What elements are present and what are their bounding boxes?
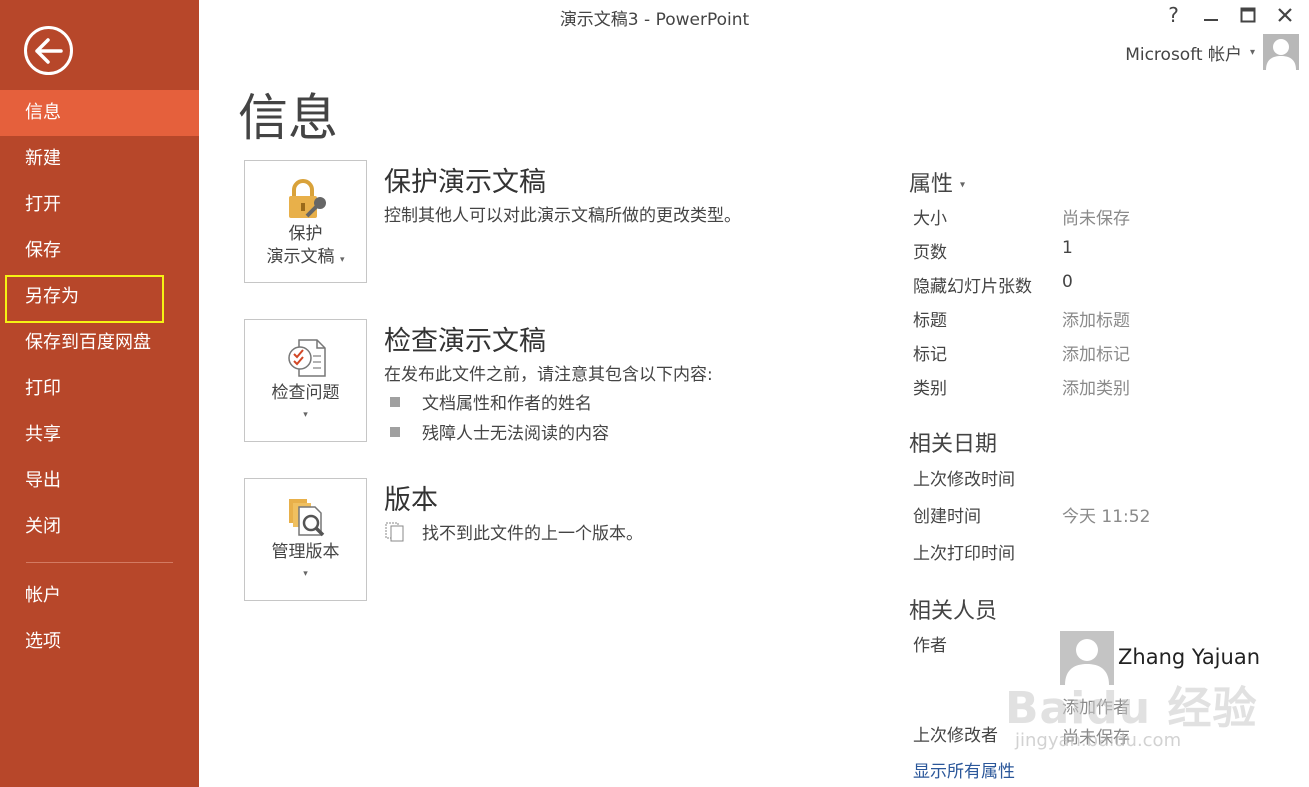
- help-button[interactable]: ?: [1155, 2, 1192, 28]
- protect-button-label-2-text: 演示文稿: [266, 247, 335, 267]
- prop-value-size: 尚未保存: [1062, 209, 1130, 229]
- account-area[interactable]: Microsoft 帐户 ▾: [1125, 34, 1299, 70]
- sidebar-item-account[interactable]: 帐户: [0, 573, 199, 619]
- chevron-down-icon: ▾: [339, 255, 345, 265]
- sidebar-divider: [26, 562, 173, 563]
- related-people-heading: 相关人员: [909, 599, 998, 624]
- prop-label-pages: 页数: [913, 243, 947, 263]
- prop-label-author: 作者: [913, 636, 947, 656]
- prop-value-pages: 1: [1062, 238, 1073, 258]
- protect-button-label-1: 保护: [288, 224, 323, 244]
- list-item: 文档属性和作者的姓名: [390, 389, 592, 414]
- prop-label-last-modified-by: 上次修改者: [913, 726, 998, 746]
- sidebar-item-save-as[interactable]: 另存为: [0, 274, 199, 323]
- versions-section-title: 版本: [384, 485, 438, 516]
- author-name: Zhang Yajuan: [1118, 645, 1261, 669]
- back-arrow-icon: [35, 38, 63, 64]
- manage-versions-button[interactable]: 管理版本 ▾: [244, 478, 367, 601]
- versions-desc-text: 找不到此文件的上一个版本。: [422, 524, 643, 544]
- sidebar-item-export[interactable]: 导出: [0, 458, 199, 504]
- prop-label-size: 大小: [913, 209, 947, 229]
- versions-section-desc: 找不到此文件的上一个版本。: [384, 519, 643, 544]
- add-tags-field[interactable]: 添加标记: [1062, 340, 1130, 365]
- protect-section-title: 保护演示文稿: [384, 167, 546, 198]
- account-label: Microsoft 帐户: [1125, 44, 1242, 65]
- person-icon: [1266, 39, 1296, 70]
- watermark-url: jingyan.baidu.com: [1015, 730, 1182, 751]
- check-issues-button[interactable]: 检查问题 ▾: [244, 319, 367, 442]
- prop-value-hidden-slides: 0: [1062, 272, 1073, 292]
- sidebar-item-open[interactable]: 打开: [0, 182, 199, 228]
- bullet-icon: [390, 426, 400, 437]
- minimize-button[interactable]: [1192, 2, 1229, 28]
- minimize-icon: [1203, 19, 1218, 21]
- protect-section-desc: 控制其他人可以对此演示文稿所做的更改类型。: [384, 206, 741, 226]
- list-item-text: 残障人士无法阅读的内容: [422, 424, 609, 444]
- manage-versions-icon: [289, 499, 325, 537]
- prop-label-title: 标题: [913, 311, 947, 331]
- list-item-text: 文档属性和作者的姓名: [422, 394, 592, 414]
- sidebar-item-new[interactable]: 新建: [0, 136, 199, 182]
- chevron-down-icon: ▾: [960, 179, 966, 191]
- check-issues-label: 检查问题: [271, 383, 340, 403]
- chevron-down-icon: ▾: [303, 410, 308, 420]
- protect-button-label-2: 演示文稿 ▾: [245, 246, 366, 272]
- inspect-section-title: 检查演示文稿: [384, 326, 546, 357]
- sidebar-item-save-to-baidu[interactable]: 保存到百度网盘: [0, 320, 199, 366]
- sidebar-item-share[interactable]: 共享: [0, 412, 199, 458]
- sidebar-item-save[interactable]: 保存: [0, 228, 199, 274]
- maximize-button[interactable]: [1229, 2, 1266, 28]
- close-button[interactable]: [1266, 2, 1303, 28]
- back-button[interactable]: [24, 26, 73, 75]
- avatar[interactable]: [1263, 34, 1299, 70]
- manage-versions-label: 管理版本: [271, 542, 340, 562]
- prop-label-created: 创建时间: [913, 507, 981, 527]
- properties-heading-text: 属性: [909, 172, 954, 197]
- protect-presentation-button[interactable]: 保护 演示文稿 ▾: [244, 160, 367, 283]
- prop-label-last-printed: 上次打印时间: [913, 544, 1015, 564]
- prop-value-created: 今天 11:52: [1062, 507, 1151, 527]
- properties-heading[interactable]: 属性 ▾: [909, 166, 965, 198]
- close-icon: [1277, 8, 1292, 22]
- show-all-properties-link[interactable]: 显示所有属性: [913, 757, 1015, 782]
- prop-label-hidden-slides: 隐藏幻灯片张数: [913, 277, 1032, 297]
- watermark: Baidu 经验: [1005, 683, 1258, 734]
- bullet-icon: [390, 396, 400, 407]
- sidebar-item-close[interactable]: 关闭: [0, 504, 199, 550]
- chevron-down-icon: ▾: [303, 569, 308, 579]
- backstage-sidebar: 信息 新建 打开 保存 另存为 保存到百度网盘 打印 共享 导出 关闭 帐户 选…: [0, 0, 199, 787]
- prop-label-last-modified: 上次修改时间: [913, 470, 1015, 490]
- sidebar-item-info[interactable]: 信息: [0, 90, 199, 136]
- page-title: 信息: [238, 89, 338, 147]
- add-category-field[interactable]: 添加类别: [1062, 374, 1130, 399]
- chevron-down-icon: ▾: [1249, 46, 1255, 58]
- sidebar-item-print[interactable]: 打印: [0, 366, 199, 412]
- prop-label-category: 类别: [913, 379, 947, 399]
- prop-label-tags: 标记: [913, 345, 947, 365]
- list-item: 残障人士无法阅读的内容: [390, 419, 609, 444]
- inspect-section-desc: 在发布此文件之前，请注意其包含以下内容:: [384, 365, 713, 385]
- sidebar-item-options[interactable]: 选项: [0, 619, 199, 665]
- add-title-field[interactable]: 添加标题: [1062, 306, 1130, 331]
- inspect-document-icon: [288, 339, 326, 377]
- lock-key-icon: [289, 179, 326, 218]
- related-dates-heading: 相关日期: [909, 432, 998, 457]
- window-title: 演示文稿3 - PowerPoint: [559, 10, 750, 30]
- versions-documents-icon: [385, 522, 404, 541]
- maximize-icon: [1240, 7, 1255, 23]
- window-controls: ?: [1155, 2, 1303, 28]
- sidebar-nav: 信息 新建 打开 保存 另存为 保存到百度网盘 打印 共享 导出 关闭 帐户 选…: [0, 90, 199, 665]
